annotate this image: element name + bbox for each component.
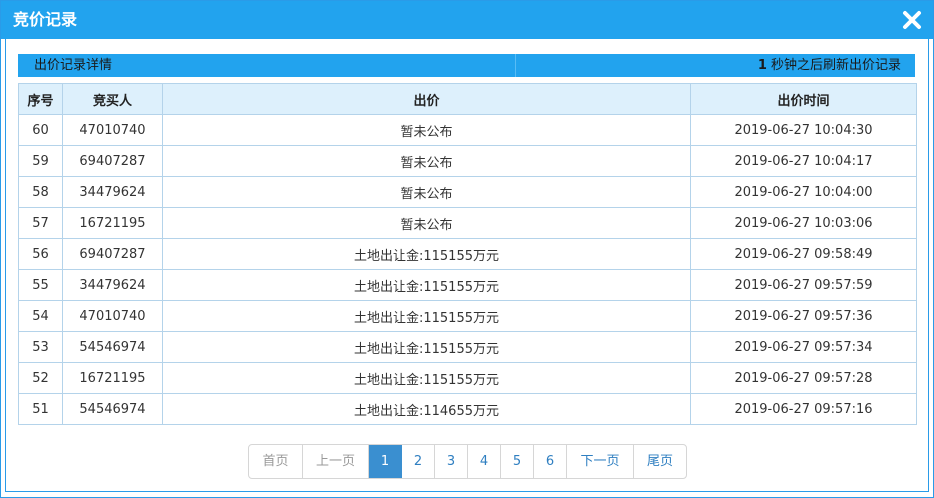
cell-price: 土地出让金:115155万元 — [162, 300, 691, 332]
info-bar: 出价记录详情 1 秒钟之后刷新出价记录 — [18, 54, 915, 77]
page-button-5[interactable]: 5 — [501, 445, 534, 478]
close-icon[interactable] — [901, 9, 923, 31]
record-detail-label: 出价记录详情 — [18, 54, 516, 77]
cell-no: 57 — [18, 207, 63, 239]
first-page-button[interactable]: 首页 — [249, 445, 303, 478]
cell-no: 52 — [18, 362, 63, 394]
cell-time: 2019-06-27 09:57:16 — [690, 393, 917, 425]
page-button-6[interactable]: 6 — [534, 445, 567, 478]
cell-no: 51 — [18, 393, 63, 425]
page-button-4[interactable]: 4 — [468, 445, 501, 478]
cell-price: 土地出让金:115155万元 — [162, 331, 691, 363]
cell-no: 53 — [18, 331, 63, 363]
cell-no: 55 — [18, 269, 63, 301]
cell-no: 56 — [18, 238, 63, 270]
table-row: 51 54546974 土地出让金:114655万元 2019-06-27 09… — [18, 393, 917, 425]
cell-time: 2019-06-27 10:04:00 — [690, 176, 917, 208]
column-header-time: 出价时间 — [690, 83, 917, 115]
cell-price: 暂未公布 — [162, 114, 691, 146]
cell-no: 59 — [18, 145, 63, 177]
cell-time: 2019-06-27 10:03:06 — [690, 207, 917, 239]
cell-time: 2019-06-27 10:04:30 — [690, 114, 917, 146]
cell-bidder: 16721195 — [62, 207, 163, 239]
cell-bidder: 54546974 — [62, 393, 163, 425]
cell-bidder: 69407287 — [62, 145, 163, 177]
last-page-button[interactable]: 尾页 — [634, 445, 686, 478]
table-row: 57 16721195 暂未公布 2019-06-27 10:03:06 — [18, 207, 917, 239]
page-button-3[interactable]: 3 — [435, 445, 468, 478]
table-row: 59 69407287 暂未公布 2019-06-27 10:04:17 — [18, 145, 917, 177]
bid-records-table: 序号 竞买人 出价 出价时间 60 47010740 暂未公布 2019-06-… — [18, 83, 917, 425]
cell-time: 2019-06-27 09:57:59 — [690, 269, 917, 301]
page-button-1[interactable]: 1 — [369, 445, 402, 478]
refresh-countdown: 1 秒钟之后刷新出价记录 — [758, 54, 901, 77]
cell-price: 暂未公布 — [162, 145, 691, 177]
cell-bidder: 47010740 — [62, 114, 163, 146]
cell-price: 暂未公布 — [162, 207, 691, 239]
dialog-title: 竞价记录 — [13, 10, 78, 29]
countdown-text: 秒钟之后刷新出价记录 — [766, 58, 901, 73]
table-row: 52 16721195 土地出让金:115155万元 2019-06-27 09… — [18, 362, 917, 394]
cell-time: 2019-06-27 09:57:36 — [690, 300, 917, 332]
column-header-price: 出价 — [162, 83, 691, 115]
cell-bidder: 16721195 — [62, 362, 163, 394]
cell-price: 土地出让金:114655万元 — [162, 393, 691, 425]
table-row: 54 47010740 土地出让金:115155万元 2019-06-27 09… — [18, 300, 917, 332]
cell-time: 2019-06-27 09:57:34 — [690, 331, 917, 363]
cell-price: 土地出让金:115155万元 — [162, 269, 691, 301]
cell-bidder: 34479624 — [62, 269, 163, 301]
cell-bidder: 69407287 — [62, 238, 163, 270]
cell-no: 60 — [18, 114, 63, 146]
cell-time: 2019-06-27 09:58:49 — [690, 238, 917, 270]
column-header-bidder: 竞买人 — [62, 83, 163, 115]
cell-no: 54 — [18, 300, 63, 332]
page-button-2[interactable]: 2 — [402, 445, 435, 478]
table-row: 53 54546974 土地出让金:115155万元 2019-06-27 09… — [18, 331, 917, 363]
table-row: 56 69407287 土地出让金:115155万元 2019-06-27 09… — [18, 238, 917, 270]
cell-price: 土地出让金:115155万元 — [162, 362, 691, 394]
pagination: 首页 上一页 1 2 3 4 5 6 下一页 尾页 — [248, 444, 687, 479]
cell-price: 暂未公布 — [162, 176, 691, 208]
cell-bidder: 34479624 — [62, 176, 163, 208]
table-row: 55 34479624 土地出让金:115155万元 2019-06-27 09… — [18, 269, 917, 301]
prev-page-button[interactable]: 上一页 — [303, 445, 369, 478]
cell-bidder: 47010740 — [62, 300, 163, 332]
column-header-no: 序号 — [18, 83, 63, 115]
dialog-titlebar: 竞价记录 — [1, 1, 933, 39]
next-page-button[interactable]: 下一页 — [567, 445, 634, 478]
cell-no: 58 — [18, 176, 63, 208]
cell-bidder: 54546974 — [62, 331, 163, 363]
cell-price: 土地出让金:115155万元 — [162, 238, 691, 270]
table-header-row: 序号 竞买人 出价 出价时间 — [18, 83, 917, 115]
countdown-value: 1 — [757, 58, 767, 73]
cell-time: 2019-06-27 09:57:28 — [690, 362, 917, 394]
cell-time: 2019-06-27 10:04:17 — [690, 145, 917, 177]
table-row: 60 47010740 暂未公布 2019-06-27 10:04:30 — [18, 114, 917, 146]
table-row: 58 34479624 暂未公布 2019-06-27 10:04:00 — [18, 176, 917, 208]
